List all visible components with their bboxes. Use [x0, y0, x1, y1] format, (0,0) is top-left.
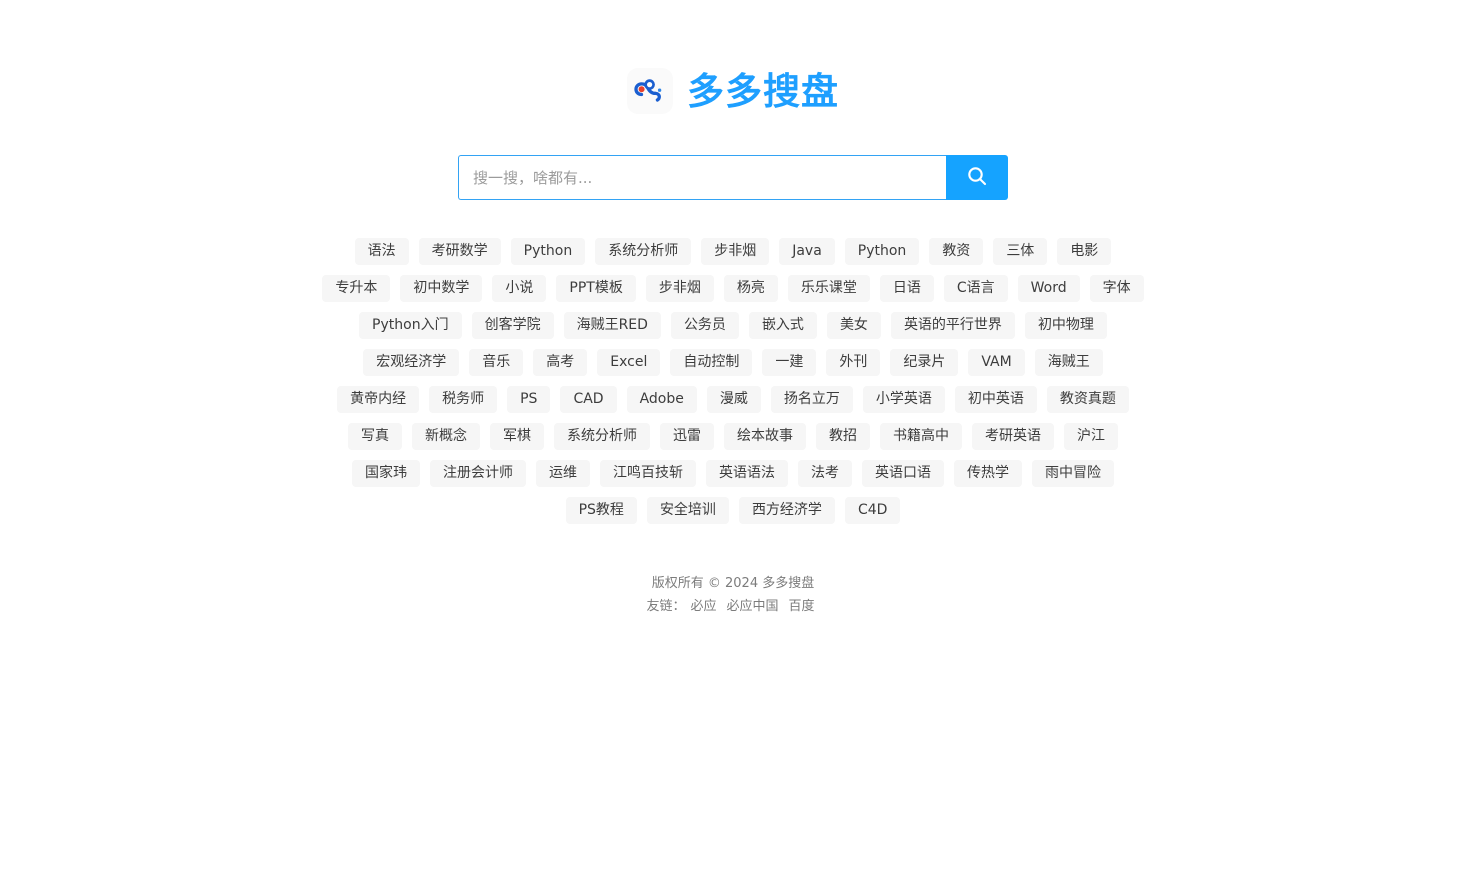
- hot-keyword-tag[interactable]: 外刊: [826, 349, 881, 376]
- hot-keyword-tag[interactable]: 初中数学: [400, 275, 483, 302]
- hot-keyword-tag[interactable]: C语言: [943, 275, 1008, 302]
- hot-keyword-tag[interactable]: PS: [507, 386, 551, 413]
- hot-keyword-tag[interactable]: 小学英语: [862, 386, 945, 413]
- homepage: 多多搜盘 语法考研数学Python系统分析师步非烟JavaPython教资三体电…: [0, 0, 1466, 884]
- hot-keyword-tag[interactable]: 电影: [1057, 238, 1112, 265]
- hot-keyword-tag[interactable]: 扬名立万: [770, 386, 853, 413]
- hot-keyword-tag[interactable]: 国家玮: [352, 460, 420, 487]
- friend-link-2[interactable]: 百度: [789, 599, 815, 614]
- hot-keyword-tag[interactable]: 英语口语: [862, 460, 944, 487]
- search-bar: [0, 155, 1466, 200]
- hot-keyword-tag[interactable]: 海贼王RED: [563, 312, 661, 339]
- hot-keyword-tag[interactable]: 一建: [762, 349, 817, 376]
- search-button[interactable]: [946, 155, 1008, 200]
- search-icon: [966, 165, 988, 190]
- hot-keyword-tag[interactable]: 江鸣百技斩: [600, 460, 696, 487]
- hot-keyword-tag[interactable]: 步非烟: [701, 238, 770, 265]
- hot-keyword-tag[interactable]: 考研数学: [418, 238, 501, 265]
- hot-keyword-tag[interactable]: 纪录片: [890, 349, 959, 376]
- hot-keyword-tag[interactable]: 语法: [354, 238, 409, 265]
- hot-keyword-tag[interactable]: PPT模板: [556, 275, 636, 302]
- hot-keyword-tag[interactable]: 自动控制: [670, 349, 753, 376]
- hot-keyword-tag[interactable]: 迅雷: [660, 423, 714, 450]
- hot-keyword-tag[interactable]: 考研英语: [972, 423, 1054, 450]
- hot-keyword-tag[interactable]: 创客学院: [471, 312, 554, 339]
- hot-keyword-tag[interactable]: 漫威: [706, 386, 761, 413]
- site-logo-text: 多多搜盘: [687, 69, 839, 113]
- hot-keyword-tag[interactable]: 初中英语: [954, 386, 1037, 413]
- hot-keyword-tag[interactable]: 沪江: [1064, 423, 1118, 450]
- friend-links: 友链： 必应 必应中国 百度: [0, 595, 1466, 618]
- friend-link-1[interactable]: 必应中国: [727, 599, 779, 614]
- hot-keyword-tag[interactable]: Python: [510, 238, 586, 265]
- hot-keyword-tag[interactable]: 系统分析师: [595, 238, 692, 265]
- hot-keyword-tag[interactable]: PS教程: [565, 497, 637, 524]
- hot-keyword-tag[interactable]: 法考: [798, 460, 852, 487]
- hot-keyword-tag[interactable]: 税务师: [429, 386, 498, 413]
- hot-keyword-tag[interactable]: 注册会计师: [430, 460, 526, 487]
- hot-keyword-tag[interactable]: C4D: [844, 497, 901, 524]
- hot-keyword-tag[interactable]: 音乐: [469, 349, 524, 376]
- hot-keyword-tag[interactable]: 写真: [348, 423, 402, 450]
- hot-keyword-tag[interactable]: CAD: [560, 386, 617, 413]
- hot-keyword-tag-cloud: 语法 考研数学 Python 系统分析师 步非烟 Java Python 教资 三体 电影 专升本初…: [0, 238, 1466, 524]
- site-logo[interactable]: 多多搜盘: [0, 68, 1466, 114]
- hot-keyword-tag[interactable]: 教招: [816, 423, 870, 450]
- hot-keyword-tag[interactable]: 字体: [1089, 275, 1144, 302]
- hot-keyword-tag[interactable]: 新概念: [412, 423, 480, 450]
- hot-keyword-tag[interactable]: 公务员: [670, 312, 739, 339]
- hot-keyword-tag[interactable]: 日语: [879, 275, 934, 302]
- copyright-text: 版权所有 © 2024 多多搜盘: [651, 576, 815, 591]
- friend-link-0[interactable]: 必应: [690, 599, 716, 614]
- hot-keyword-tag[interactable]: 书籍高中: [880, 423, 962, 450]
- hot-keyword-tag[interactable]: 绘本故事: [724, 423, 806, 450]
- search-input[interactable]: [458, 155, 946, 200]
- hot-keyword-tag[interactable]: 运维: [536, 460, 590, 487]
- hot-keyword-tag[interactable]: 海贼王: [1034, 349, 1103, 376]
- hot-keyword-tag[interactable]: 英语语法: [706, 460, 788, 487]
- hot-keyword-tag[interactable]: 嵌入式: [748, 312, 817, 339]
- site-footer: 版权所有 © 2024 多多搜盘 友链： 必应 必应中国 百度: [0, 572, 1466, 618]
- hot-keyword-tag[interactable]: 美女: [826, 312, 881, 339]
- hot-keyword-tag[interactable]: 军棋: [490, 423, 544, 450]
- hot-keyword-tag[interactable]: 英语的平行世界: [890, 312, 1015, 339]
- hot-keyword-tag[interactable]: 教资真题: [1046, 386, 1129, 413]
- hot-keyword-tag[interactable]: VAM: [968, 349, 1025, 376]
- hot-keyword-tag[interactable]: 三体: [993, 238, 1048, 265]
- hot-keyword-tag[interactable]: 宏观经济学: [363, 349, 460, 376]
- hot-keyword-tag[interactable]: 乐乐课堂: [787, 275, 870, 302]
- hot-keyword-tag[interactable]: Excel: [597, 349, 661, 376]
- hot-keyword-tag[interactable]: 雨中冒险: [1032, 460, 1114, 487]
- hot-keyword-tag[interactable]: 西方经济学: [738, 497, 835, 524]
- hot-keyword-tag[interactable]: Java: [779, 238, 835, 265]
- duoduo-logo-icon: [627, 68, 673, 114]
- hot-keyword-tag[interactable]: Python入门: [359, 312, 462, 339]
- hot-keyword-tag[interactable]: 安全培训: [646, 497, 729, 524]
- hot-keyword-tag[interactable]: 传热学: [954, 460, 1022, 487]
- hot-keyword-tag[interactable]: 小说: [492, 275, 547, 302]
- hot-keyword-tag[interactable]: 黄帝内经: [337, 386, 420, 413]
- hot-keyword-tag[interactable]: 步非烟: [645, 275, 714, 302]
- hot-keyword-tag[interactable]: 系统分析师: [554, 423, 650, 450]
- hot-keyword-tag[interactable]: Word: [1017, 275, 1080, 302]
- friend-links-label: 友链：: [646, 599, 686, 614]
- hot-keyword-tag[interactable]: Adobe: [626, 386, 697, 413]
- hot-keyword-tag[interactable]: 杨亮: [723, 275, 778, 302]
- hot-keyword-tag[interactable]: 教资: [929, 238, 984, 265]
- hot-keyword-tag[interactable]: 初中物理: [1024, 312, 1107, 339]
- hot-keyword-tag[interactable]: 高考: [533, 349, 588, 376]
- hot-keyword-tag[interactable]: Python: [844, 238, 920, 265]
- search-box: [458, 155, 1008, 200]
- hot-keyword-tag[interactable]: 专升本: [322, 275, 391, 302]
